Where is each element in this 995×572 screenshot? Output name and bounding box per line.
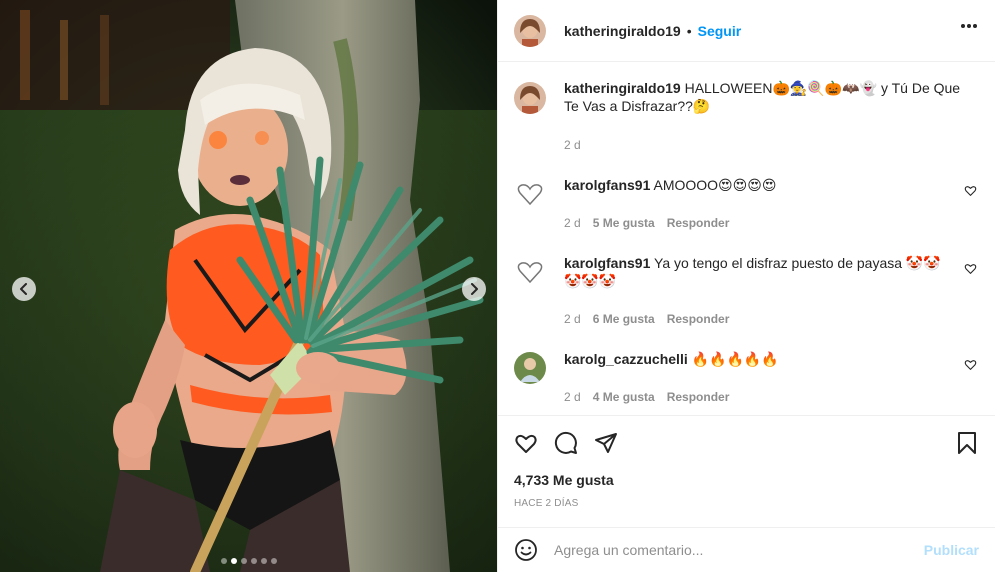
- heart-icon[interactable]: [964, 262, 977, 275]
- carousel-dot: [220, 558, 227, 564]
- post-actions: 4,733 Me gusta HACE 2 DÍAS: [498, 415, 995, 527]
- comment-text: 🔥🔥🔥🔥🔥: [691, 351, 779, 367]
- share-icon[interactable]: [594, 431, 618, 455]
- author-username[interactable]: katheringiraldo19: [564, 23, 681, 39]
- heart-icon[interactable]: [514, 431, 538, 455]
- carousel-dot: [260, 558, 267, 564]
- comment-username[interactable]: karolgfans91: [564, 177, 650, 193]
- post-header: katheringiraldo19 • Seguir: [498, 0, 995, 62]
- reply-button[interactable]: Responder: [667, 388, 730, 406]
- carousel-next-button[interactable]: [462, 277, 486, 301]
- comment-username[interactable]: karolg_cazzuchelli: [564, 351, 688, 367]
- caption-username[interactable]: katheringiraldo19: [564, 80, 681, 96]
- carousel-prev-button[interactable]: [12, 277, 36, 301]
- carousel-indicator: [0, 558, 497, 564]
- post-caption: katheringiraldo19 HALLOWEEN🎃🧙‍♀️🍭🎃🦇👻 y T…: [514, 79, 979, 154]
- post-photo[interactable]: [0, 0, 497, 572]
- comment-item: karolgfans91 Ya yo tengo el disfraz pues…: [514, 254, 979, 328]
- caption-age[interactable]: 2 d: [564, 136, 581, 154]
- comment-item: karolgfans91 AMOOOO😍😍😍😍 2 d 5 Me gusta R…: [514, 176, 979, 232]
- follow-button[interactable]: Seguir: [698, 23, 742, 39]
- comment-username[interactable]: karolgfans91: [564, 255, 650, 271]
- heart-icon[interactable]: [964, 184, 977, 197]
- chevron-left-icon: [20, 283, 27, 295]
- heart-icon[interactable]: [964, 358, 977, 371]
- commenter-avatar[interactable]: [514, 178, 546, 210]
- caption-author-avatar[interactable]: [514, 82, 546, 114]
- commenter-avatar[interactable]: [514, 352, 546, 384]
- comment-age[interactable]: 2 d: [564, 310, 581, 328]
- photo-image: [0, 0, 497, 572]
- comment-likes[interactable]: 4 Me gusta: [593, 388, 655, 406]
- comment-input[interactable]: [554, 542, 914, 558]
- comment-item: karolg_cazzuchelli 🔥🔥🔥🔥🔥 2 d 4 Me gusta …: [514, 350, 979, 406]
- author-avatar[interactable]: [514, 14, 546, 47]
- commenter-avatar[interactable]: [514, 256, 546, 288]
- carousel-dot-active: [230, 558, 237, 564]
- more-icon[interactable]: [961, 24, 977, 28]
- comment-likes[interactable]: 5 Me gusta: [593, 214, 655, 232]
- emoji-icon[interactable]: [514, 538, 538, 562]
- carousel-dot: [250, 558, 257, 564]
- likes-count[interactable]: 4,733 Me gusta: [514, 472, 979, 488]
- comment-composer: Publicar: [498, 527, 995, 572]
- publish-button[interactable]: Publicar: [924, 542, 979, 558]
- post-side-panel: katheringiraldo19 • Seguir katheringiral…: [497, 0, 995, 572]
- comment-age[interactable]: 2 d: [564, 214, 581, 232]
- comments-list[interactable]: katheringiraldo19 HALLOWEEN🎃🧙‍♀️🍭🎃🦇👻 y T…: [498, 63, 995, 415]
- post-timestamp: HACE 2 DÍAS: [514, 498, 579, 509]
- comment-age[interactable]: 2 d: [564, 388, 581, 406]
- carousel-dot: [270, 558, 277, 564]
- carousel-dot: [240, 558, 247, 564]
- bookmark-icon[interactable]: [955, 431, 979, 455]
- reply-button[interactable]: Responder: [667, 310, 730, 328]
- comment-likes[interactable]: 6 Me gusta: [593, 310, 655, 328]
- comment-text: AMOOOO😍😍😍😍: [653, 177, 777, 193]
- reply-button[interactable]: Responder: [667, 214, 730, 232]
- separator-dot: •: [686, 22, 692, 39]
- chevron-right-icon: [471, 283, 478, 295]
- comment-icon[interactable]: [554, 431, 578, 455]
